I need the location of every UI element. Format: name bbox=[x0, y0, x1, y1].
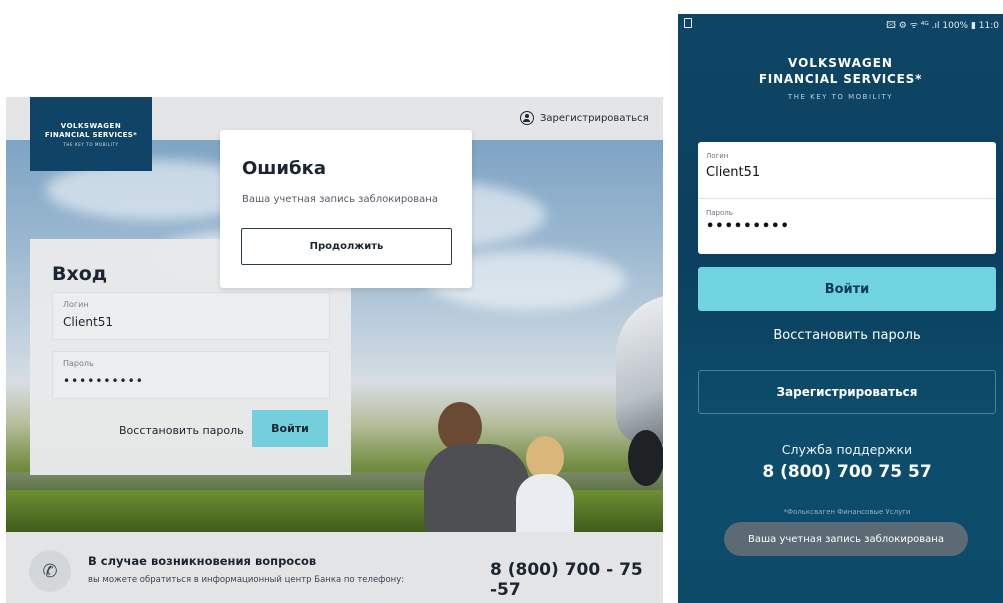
notification-icon bbox=[684, 18, 692, 28]
mobile-login-screen: 🖾 ⚙ ᯤ ⁴ᴳ .ıl 100% ▮ 11:0 VOLKSWAGEN FINA… bbox=[678, 14, 1003, 603]
support-phone[interactable]: 8 (800) 700 75 57 bbox=[678, 462, 1003, 482]
user-circle-icon bbox=[520, 111, 534, 125]
login-field-label: Логин bbox=[63, 300, 89, 309]
mobile-logo-tagline: THE KEY TO MOBILITY bbox=[787, 93, 894, 101]
mobile-password-field[interactable]: Пароль ••••••••• bbox=[698, 198, 996, 254]
account-blocked-toast: Ваша учетная запись заблокирована bbox=[724, 522, 968, 556]
mobile-password-value: ••••••••• bbox=[706, 219, 790, 234]
mobile-register-button[interactable]: Зарегистрироваться bbox=[698, 370, 996, 414]
mobile-login-label: Логин bbox=[706, 152, 729, 160]
mobile-logo-line-2: FINANCIAL SERVICES* bbox=[758, 72, 923, 86]
phone-icon: ✆ bbox=[29, 550, 71, 592]
error-title: Ошибка bbox=[242, 158, 326, 179]
car-image bbox=[616, 295, 663, 445]
password-field-value: •••••••••• bbox=[63, 374, 144, 388]
logo-line-2: FINANCIAL SERVICES* bbox=[44, 130, 138, 139]
mobile-login-form: Логин Client51 Пароль ••••••••• bbox=[698, 142, 996, 254]
logo-tagline: THE KEY TO MOBILITY bbox=[63, 141, 119, 147]
login-field[interactable]: Логин Client51 bbox=[52, 292, 330, 340]
register-link[interactable]: Зарегистрироваться bbox=[520, 111, 649, 125]
login-field-value: Client51 bbox=[63, 315, 114, 329]
vw-fs-logo[interactable]: VOLKSWAGEN FINANCIAL SERVICES* THE KEY T… bbox=[30, 97, 152, 171]
mobile-foot-note: *Фольксваген Финансовые Услуги bbox=[783, 508, 911, 516]
footer-title: В случае возникновения вопросов bbox=[88, 554, 317, 568]
support-title: Служба поддержки bbox=[781, 442, 913, 457]
mobile-restore-password-link[interactable]: Восстановить пароль bbox=[678, 328, 1003, 343]
register-label: Зарегистрироваться bbox=[540, 112, 649, 124]
mobile-login-button[interactable]: Войти bbox=[698, 267, 996, 311]
error-message: Ваша учетная запись заблокирована bbox=[242, 194, 438, 205]
login-button[interactable]: Войти bbox=[252, 410, 328, 447]
password-field-label: Пароль bbox=[63, 359, 94, 368]
logo-line-1: VOLKSWAGEN bbox=[60, 121, 122, 130]
error-modal: Ошибка Ваша учетная запись заблокирована… bbox=[220, 130, 472, 288]
footer-phone-number[interactable]: 8 (800) 700 - 75 -57 bbox=[490, 560, 663, 600]
status-bar: 🖾 ⚙ ᯤ ⁴ᴳ .ıl 100% ▮ 11:0 bbox=[678, 14, 1003, 34]
mobile-login-field[interactable]: Логин Client51 bbox=[698, 142, 996, 198]
restore-password-link[interactable]: Восстановить пароль bbox=[119, 424, 244, 437]
mobile-vw-fs-logo: VOLKSWAGEN FINANCIAL SERVICES* THE KEY T… bbox=[678, 56, 1003, 101]
password-field[interactable]: Пароль •••••••••• bbox=[52, 351, 330, 399]
login-title: Вход bbox=[52, 263, 108, 285]
status-indicators: 🖾 ⚙ ᯤ ⁴ᴳ .ıl 100% ▮ 11:0 bbox=[886, 21, 999, 31]
child-figure bbox=[516, 436, 576, 532]
continue-button[interactable]: Продолжить bbox=[241, 228, 452, 265]
web-footer: ✆ В случае возникновения вопросов вы мож… bbox=[6, 532, 663, 603]
mobile-logo-line-1: VOLKSWAGEN bbox=[788, 56, 893, 70]
mobile-login-value: Client51 bbox=[706, 165, 761, 180]
footer-subtitle: вы можете обратиться в информационный це… bbox=[88, 575, 405, 585]
web-login-screen: VOLKSWAGEN FINANCIAL SERVICES* THE KEY T… bbox=[6, 97, 663, 603]
mobile-password-label: Пароль bbox=[706, 209, 733, 217]
